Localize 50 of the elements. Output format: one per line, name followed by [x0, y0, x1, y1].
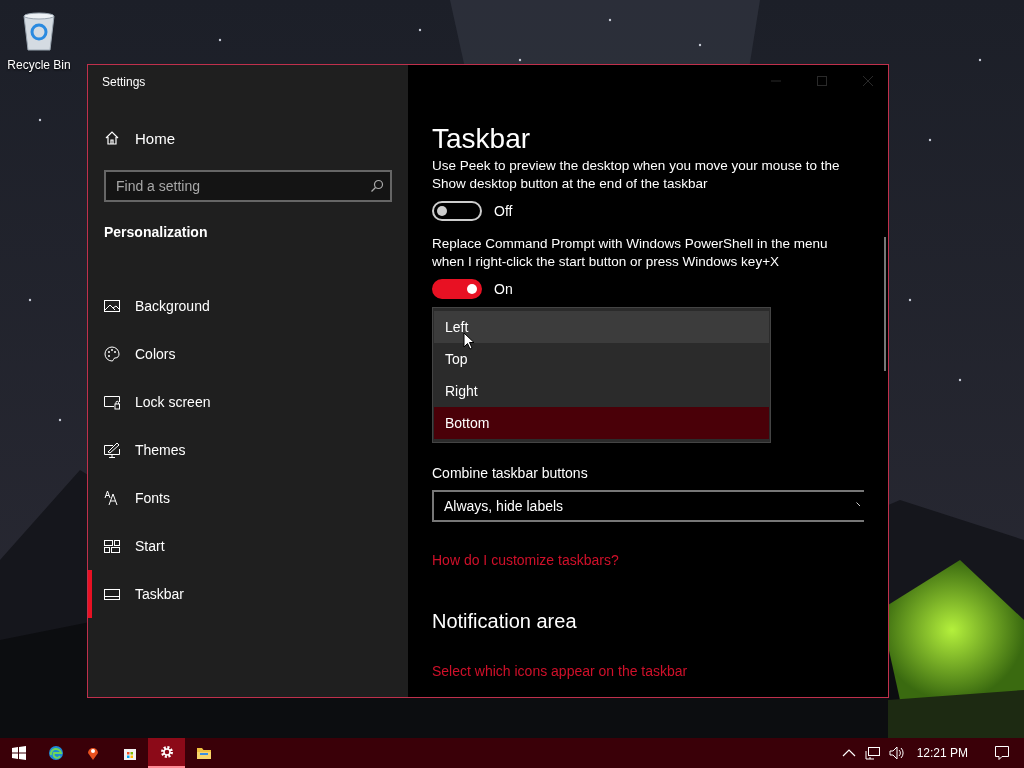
- gear-icon: [158, 744, 175, 760]
- link[interactable]: Select which icons appear on the taskbar: [432, 663, 688, 679]
- taskbar-button[interactable]: [148, 738, 185, 768]
- speaker-icon: [888, 745, 905, 761]
- toggle-switch[interactable]: [432, 279, 482, 299]
- setting-description: Replace Command Prompt with Windows PowerShell in the menu when I right-click the start button or press Windows key+X: [432, 235, 829, 271]
- sidebar-item[interactable]: Lock screen: [88, 378, 408, 426]
- network-icon: [864, 745, 881, 761]
- palette-icon: [104, 346, 120, 362]
- sidebar-item[interactable]: Themes: [88, 426, 408, 474]
- menu-option[interactable]: Bottom: [434, 407, 769, 439]
- sidebar-item[interactable]: Background: [88, 282, 408, 330]
- search-field[interactable]: Find a setting: [104, 170, 392, 202]
- tiles-icon: [104, 538, 120, 554]
- menu-option[interactable]: Right: [434, 375, 769, 407]
- home-link[interactable]: Home: [88, 118, 408, 158]
- maximize-icon: [816, 75, 828, 87]
- fonts-icon: [104, 490, 120, 506]
- menu-option[interactable]: Left: [434, 311, 769, 343]
- sidebar-item[interactable]: Start: [88, 522, 408, 570]
- picture-icon: [104, 298, 120, 314]
- browser-icon: [47, 745, 64, 761]
- section-heading: Notification area: [432, 610, 577, 633]
- mouse-cursor-icon: [463, 332, 475, 350]
- windows-logo-icon: [10, 745, 27, 761]
- toggle-state-label: Off: [494, 203, 513, 219]
- clock[interactable]: 12:21 PM: [908, 738, 980, 768]
- page-title: Taskbar: [432, 122, 531, 156]
- toggle-switch[interactable]: [432, 201, 482, 221]
- sidebar-item[interactable]: Colors: [88, 330, 408, 378]
- dropdown-label: Combine taskbar buttons: [432, 465, 588, 481]
- search-icon: [370, 179, 384, 193]
- dropdown-field[interactable]: Always, hide labels: [432, 490, 864, 522]
- home-icon: [104, 130, 120, 146]
- menu-option[interactable]: Top: [434, 343, 769, 375]
- toggle-state-label: On: [494, 281, 513, 297]
- link[interactable]: How do I customize taskbars?: [432, 552, 619, 568]
- folder-icon: [195, 745, 212, 761]
- brush-icon: [104, 442, 120, 458]
- sidebar-item[interactable]: Fonts: [88, 474, 408, 522]
- scrollbar[interactable]: [884, 237, 886, 371]
- taskbar-icon: [104, 586, 120, 602]
- window-title: Settings: [101, 74, 147, 91]
- desktop-icon[interactable]: Recycle Bin: [4, 8, 74, 72]
- section-heading: Personalization: [103, 223, 209, 242]
- icon-label: Recycle Bin: [7, 58, 71, 72]
- speech-bubble-icon: [994, 745, 1010, 761]
- setting-description: Use Peek to preview the desktop when you move your mouse to the Show desktop button at the end of the taskbar: [432, 157, 841, 193]
- close-icon: [862, 75, 874, 87]
- lock-screen-icon: [104, 394, 120, 410]
